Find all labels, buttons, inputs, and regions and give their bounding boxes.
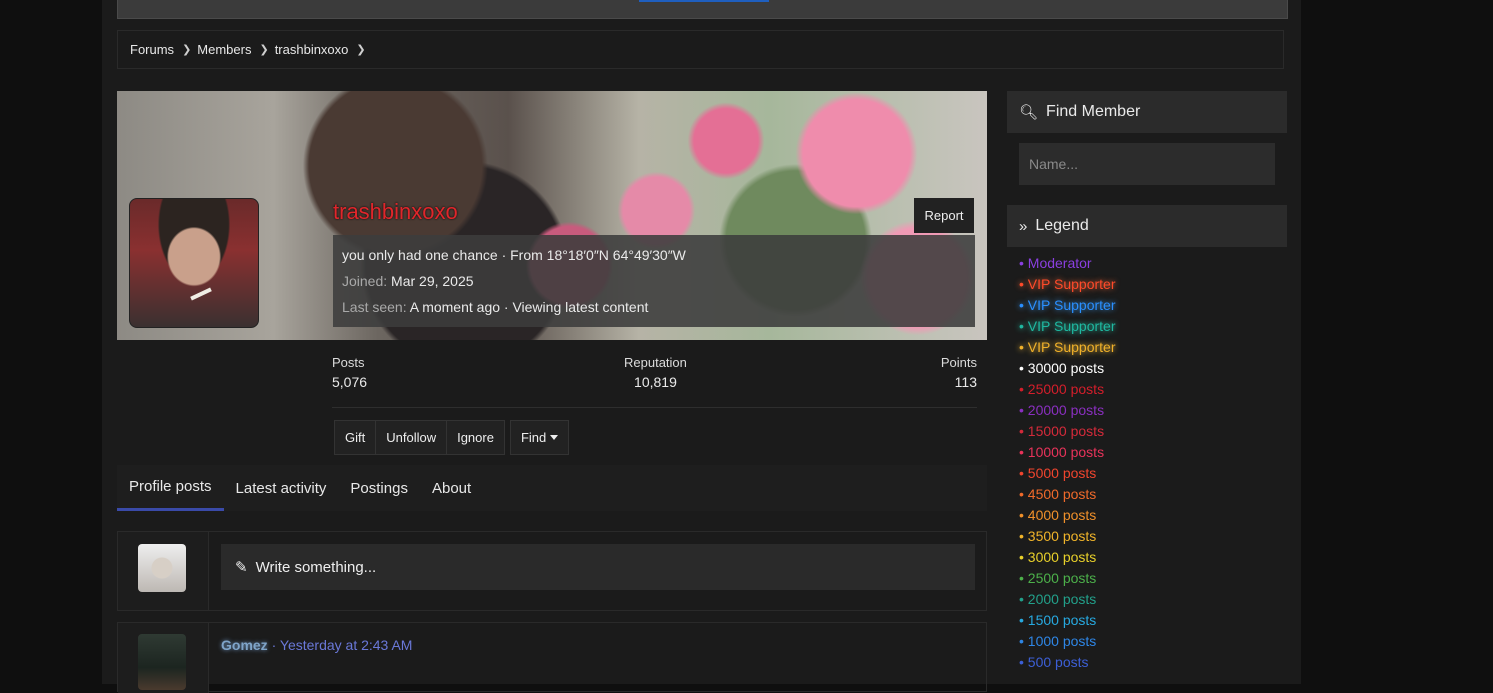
legend-item: • 25000 posts bbox=[1019, 381, 1105, 397]
profile-avatar[interactable] bbox=[129, 198, 259, 328]
post-timestamp[interactable]: Yesterday at 2:43 AM bbox=[280, 637, 413, 653]
post-username[interactable]: Gomez bbox=[221, 637, 268, 653]
top-panel bbox=[117, 0, 1288, 19]
tab-profile-posts[interactable]: Profile posts bbox=[117, 465, 224, 511]
legend-item: • 20000 posts bbox=[1019, 402, 1105, 418]
find-dropdown-button[interactable]: Find bbox=[509, 420, 570, 455]
write-placeholder: Write something... bbox=[255, 558, 377, 576]
stat-points[interactable]: Points 113 bbox=[941, 355, 977, 390]
stat-value: 5,076 bbox=[332, 374, 368, 390]
profile-username[interactable]: trashbinxoxo bbox=[333, 199, 458, 225]
legend-item: • 2500 posts bbox=[1019, 570, 1097, 586]
legend-item: • VIP Supporter bbox=[1019, 297, 1116, 313]
breadcrumb-label: trashbinxoxo bbox=[274, 42, 349, 57]
legend-item: • 3500 posts bbox=[1019, 528, 1097, 544]
legend-item: • VIP Supporter bbox=[1019, 339, 1116, 355]
search-icon: 🔍︎ bbox=[1019, 104, 1039, 121]
unfollow-button[interactable]: Unfollow bbox=[376, 421, 448, 454]
chevron-right-icon: ❯ bbox=[356, 44, 366, 56]
tab-latest-activity[interactable]: Latest activity bbox=[224, 465, 339, 511]
last-seen-label: Last seen: bbox=[342, 299, 407, 315]
profile-banner: trashbinxoxo Report you only had one cha… bbox=[117, 91, 987, 340]
profile-last-seen: Last seen: A moment ago · Viewing latest… bbox=[342, 295, 966, 321]
legend-item: • 3000 posts bbox=[1019, 549, 1097, 565]
write-something-input[interactable]: ✎ Write something... bbox=[221, 544, 975, 590]
stat-value: 113 bbox=[954, 374, 977, 390]
stat-value: 10,819 bbox=[634, 374, 677, 390]
breadcrumb-user[interactable]: trashbinxoxo ❯ bbox=[275, 42, 372, 57]
caret-down-icon bbox=[550, 435, 559, 440]
legend-item: • Moderator bbox=[1019, 255, 1092, 271]
profile-post: Gomez · Yesterday at 2:43 AM bbox=[117, 622, 987, 693]
legend-item: • 5000 posts bbox=[1019, 465, 1097, 481]
avatar[interactable] bbox=[138, 634, 186, 690]
legend-item: • 1000 posts bbox=[1019, 633, 1097, 649]
post-meta: Gomez · Yesterday at 2:43 AM bbox=[221, 637, 412, 653]
stat-label: Reputation bbox=[624, 355, 687, 370]
tab-about[interactable]: About bbox=[420, 465, 483, 511]
find-member-title: Find Member bbox=[1046, 103, 1141, 120]
stat-label: Points bbox=[940, 355, 977, 370]
joined-value: Mar 29, 2025 bbox=[391, 273, 474, 289]
breadcrumb-members[interactable]: Members ❯ bbox=[197, 42, 274, 57]
profile-actions: Gift Unfollow Ignore Find bbox=[334, 420, 570, 455]
top-panel-accent bbox=[639, 0, 769, 2]
avatar-detail bbox=[190, 287, 212, 301]
post-separator: · bbox=[267, 637, 280, 653]
legend-item: • 15000 posts bbox=[1019, 423, 1105, 439]
profile-tabs: Profile posts Latest activity Postings A… bbox=[117, 465, 987, 511]
legend-item: • 10000 posts bbox=[1019, 444, 1105, 460]
legend-item: • 4000 posts bbox=[1019, 507, 1097, 523]
ignore-button[interactable]: Ignore bbox=[447, 421, 504, 454]
find-label: Find bbox=[520, 430, 547, 445]
report-button[interactable]: Report bbox=[914, 198, 974, 233]
page-container: Forums ❯ Members ❯ trashbinxoxo ❯ trashbinx… bbox=[102, 0, 1301, 693]
legend-item: • 1500 posts bbox=[1019, 612, 1097, 628]
joined-label: Joined: bbox=[342, 273, 388, 289]
legend-list: • Moderator • VIP Supporter • VIP Supporte… bbox=[1007, 247, 1287, 673]
breadcrumb: Forums ❯ Members ❯ trashbinxoxo ❯ bbox=[117, 30, 1284, 69]
stat-reputation[interactable]: Reputation 10,819 bbox=[624, 355, 687, 390]
stat-posts[interactable]: Posts 5,076 bbox=[332, 355, 367, 390]
breadcrumb-forums[interactable]: Forums ❯ bbox=[130, 42, 197, 57]
find-member-header: 🔍︎ Find Member bbox=[1007, 91, 1287, 133]
profile-joined: Joined: Mar 29, 2025 bbox=[342, 269, 966, 295]
pencil-icon: ✎ bbox=[235, 559, 248, 576]
chevron-right-icon: ❯ bbox=[182, 44, 192, 56]
legend-item: • VIP Supporter bbox=[1019, 318, 1116, 334]
find-member-body bbox=[1007, 133, 1287, 195]
legend-title: Legend bbox=[1035, 217, 1089, 234]
sidebar: 🔍︎ Find Member » Legend • Moderator • VIP… bbox=[1007, 91, 1287, 673]
breadcrumb-label: Forums bbox=[130, 42, 175, 57]
breadcrumb-label: Members bbox=[197, 42, 252, 57]
write-post-row: ✎ Write something... bbox=[117, 531, 987, 611]
action-button-group: Gift Unfollow Ignore bbox=[334, 420, 505, 455]
post-avatar-cell bbox=[118, 623, 209, 693]
legend-item: • 4500 posts bbox=[1019, 486, 1097, 502]
legend-header: » Legend bbox=[1007, 205, 1287, 247]
legend-item: • VIP Supporter bbox=[1019, 276, 1116, 292]
legend-item: • 500 posts bbox=[1019, 654, 1089, 670]
profile-info: you only had one chance · From 18°18′0″N… bbox=[333, 235, 975, 327]
legend-item: • 30000 posts bbox=[1019, 360, 1105, 376]
double-chevron-right-icon: » bbox=[1019, 217, 1028, 235]
gift-button[interactable]: Gift bbox=[335, 421, 377, 454]
legend-item: • 2000 posts bbox=[1019, 591, 1097, 607]
tab-postings[interactable]: Postings bbox=[338, 465, 420, 511]
chevron-right-icon: ❯ bbox=[259, 44, 269, 56]
profile-tagline: you only had one chance · From 18°18′0″N… bbox=[342, 247, 686, 263]
profile-stats: Posts 5,076 Reputation 10,819 Points 113 bbox=[332, 355, 977, 408]
member-name-input[interactable] bbox=[1019, 143, 1275, 185]
stat-label: Posts bbox=[332, 355, 365, 370]
last-seen-value: A moment ago · Viewing latest content bbox=[409, 299, 649, 315]
write-avatar-cell bbox=[118, 532, 209, 610]
avatar[interactable] bbox=[138, 544, 186, 592]
